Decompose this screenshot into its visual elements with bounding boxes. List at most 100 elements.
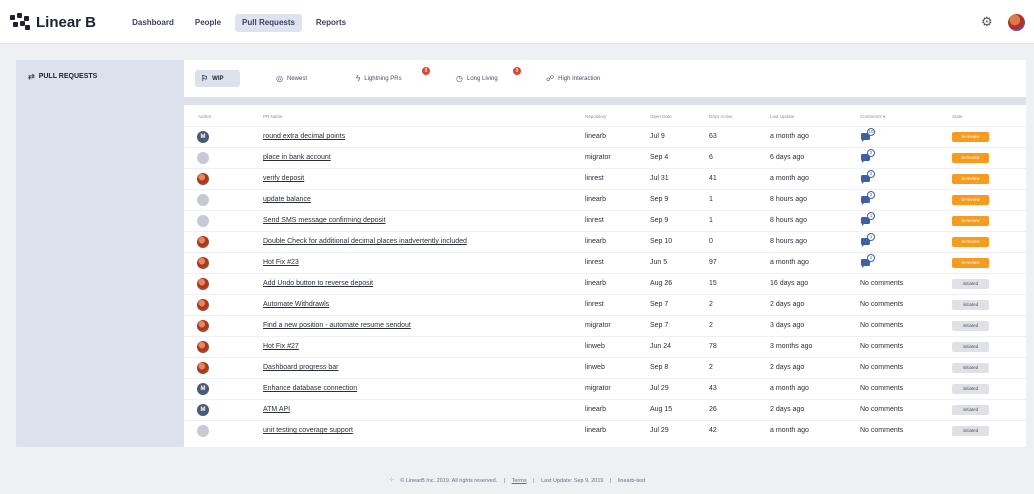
table-row[interactable]: update balance linearb Sep 9 1 8 hours ago 2… bbox=[184, 189, 1026, 210]
pr-name-link[interactable]: ATM API bbox=[263, 400, 290, 420]
table-row[interactable]: place in bank account migrator Sep 4 6 6 day… bbox=[184, 147, 1026, 168]
author-avatar[interactable]: M bbox=[197, 131, 209, 143]
open-date: Aug 15 bbox=[650, 406, 673, 413]
table-row[interactable]: M Enhance database connection migrator Jul … bbox=[184, 378, 1026, 399]
tab-lightning-prs[interactable]: ϟ Lightning PRs bbox=[350, 70, 408, 87]
table-row[interactable]: Mround extra decimal points linearb Jul 9 6… bbox=[184, 126, 1026, 147]
pr-name-link[interactable]: unit testing coverage support bbox=[263, 421, 353, 441]
author-avatar[interactable] bbox=[197, 257, 209, 269]
days-active: 2 bbox=[709, 322, 713, 329]
table-row[interactable]: Add Undo button to reverse deposit linear… bbox=[184, 273, 1026, 294]
nav-reports[interactable]: Reports bbox=[310, 14, 352, 32]
col-open-date: Open Date bbox=[650, 114, 672, 119]
table-row[interactable]: M ATM API linearb Aug 15 26 2 days ago No comm… bbox=[184, 399, 1026, 420]
comments-indicator[interactable]: 10 bbox=[861, 127, 875, 142]
terms-link[interactable]: Terms bbox=[512, 478, 527, 484]
last-update: a month ago bbox=[770, 175, 809, 182]
author-avatar[interactable] bbox=[197, 236, 209, 248]
comment-count: 2 bbox=[867, 149, 875, 157]
author-avatar[interactable] bbox=[197, 362, 209, 374]
col-pr-name: PR Name bbox=[263, 114, 283, 119]
user-avatar[interactable] bbox=[1008, 14, 1025, 31]
footer-copyright: © LinearB Inc. 2019. All rights reserved… bbox=[400, 478, 498, 484]
comments-none: No comments bbox=[860, 427, 904, 434]
footer-org: linearb-test bbox=[617, 478, 646, 484]
repository: linrest bbox=[585, 259, 604, 266]
table-row[interactable]: Double Check for additional decimal plac… bbox=[184, 231, 1026, 252]
pr-name-link[interactable]: Dashboard progress bar bbox=[263, 358, 339, 378]
author-avatar[interactable] bbox=[197, 278, 209, 290]
nav-dashboard[interactable]: Dashboard bbox=[127, 14, 179, 32]
col-comments[interactable]: Comments ▾ bbox=[860, 114, 885, 120]
linearb-logo-icon bbox=[10, 13, 30, 31]
pr-name-link[interactable]: Enhance database connection bbox=[263, 379, 357, 399]
days-active: 78 bbox=[709, 343, 717, 350]
flag-icon: ⚐ bbox=[201, 74, 209, 83]
tab-long-living[interactable]: ◷ Long Living bbox=[450, 70, 504, 87]
tab-newest[interactable]: ◎ Newest bbox=[270, 70, 313, 87]
last-update: 3 months ago bbox=[770, 343, 813, 350]
repository: linearb bbox=[585, 196, 607, 203]
pr-name-link[interactable]: Add Undo button to reverse deposit bbox=[263, 274, 373, 294]
nav-people[interactable]: People bbox=[190, 14, 226, 32]
col-repository: Repository bbox=[585, 114, 607, 119]
pull-request-icon: ⇄ bbox=[28, 72, 35, 81]
pr-name-link[interactable]: update balance bbox=[263, 190, 311, 210]
comments-indicator[interactable]: 1 bbox=[861, 232, 875, 247]
author-avatar[interactable] bbox=[197, 341, 209, 353]
author-avatar[interactable] bbox=[197, 152, 209, 164]
comments-indicator[interactable]: 2 bbox=[861, 190, 875, 205]
comments-indicator[interactable]: 2 bbox=[861, 148, 875, 163]
table-row[interactable]: Dashboard progress bar linweb Sep 8 2 2 days… bbox=[184, 357, 1026, 378]
pr-name-link[interactable]: Double Check for additional decimal plac… bbox=[263, 232, 467, 252]
author-avatar[interactable] bbox=[197, 215, 209, 227]
author-avatar[interactable] bbox=[197, 194, 209, 206]
comments-indicator[interactable]: 1 bbox=[861, 253, 875, 268]
nav-pull-requests[interactable]: Pull Requests bbox=[235, 14, 302, 32]
comments-none: No comments bbox=[860, 406, 904, 413]
author-avatar[interactable] bbox=[197, 173, 209, 185]
repository: linearb bbox=[585, 406, 607, 413]
pr-name-link[interactable]: place in bank account bbox=[263, 148, 331, 168]
open-date: Jul 31 bbox=[650, 175, 669, 182]
table-row[interactable]: Hot Fix #27 linweb Jun 24 78 3 months ago No … bbox=[184, 336, 1026, 357]
state-badge: in-review bbox=[952, 237, 989, 247]
table-row[interactable]: Find a new position - automate resume se… bbox=[184, 315, 1026, 336]
last-update: 8 hours ago bbox=[770, 217, 807, 224]
author-avatar[interactable] bbox=[197, 320, 209, 332]
logo[interactable]: Linear B bbox=[10, 13, 96, 31]
comments-indicator[interactable]: 1 bbox=[861, 211, 875, 226]
pr-name-link[interactable]: Hot Fix #27 bbox=[263, 337, 299, 357]
table-row[interactable]: Send SMS message confirming deposit linre… bbox=[184, 210, 1026, 231]
state-badge: initiated bbox=[952, 300, 989, 310]
table-row[interactable]: unit testing coverage support linearb Jul … bbox=[184, 420, 1026, 441]
table-row[interactable]: Automate Withdrawls linrest Sep 7 2 2 days a… bbox=[184, 294, 1026, 315]
pr-name-link[interactable]: Find a new position - automate resume se… bbox=[263, 316, 411, 336]
days-active: 41 bbox=[709, 175, 717, 182]
pr-name-link[interactable]: verify deposit bbox=[263, 169, 304, 189]
pr-name-link[interactable]: Automate Withdrawls bbox=[263, 295, 329, 315]
tab-high-interaction[interactable]: ☍ High Interaction bbox=[540, 70, 606, 87]
pr-name-link[interactable]: Hot Fix #23 bbox=[263, 253, 299, 273]
days-active: 63 bbox=[709, 133, 717, 140]
days-active: 2 bbox=[709, 364, 713, 371]
repository: linearb bbox=[585, 427, 607, 434]
author-avatar[interactable]: M bbox=[197, 404, 209, 416]
last-update: 2 days ago bbox=[770, 301, 805, 308]
author-avatar[interactable] bbox=[197, 425, 209, 437]
pr-name-link[interactable]: Send SMS message confirming deposit bbox=[263, 211, 386, 231]
comments-indicator[interactable]: 2 bbox=[861, 169, 875, 184]
author-avatar[interactable] bbox=[197, 299, 209, 311]
table-row[interactable]: verify deposit linrest Jul 31 41 a month ago… bbox=[184, 168, 1026, 189]
state-badge: in-review bbox=[952, 132, 989, 142]
author-avatar[interactable]: M bbox=[197, 383, 209, 395]
gear-icon[interactable]: ⚙ bbox=[981, 15, 993, 29]
table-header: Author PR Name Repository Open Date Days… bbox=[184, 114, 1026, 124]
repository: migrator bbox=[585, 154, 611, 161]
pr-name-link[interactable]: round extra decimal points bbox=[263, 127, 345, 147]
table-row[interactable]: Hot Fix #23 linrest Jun 5 97 a month ago 1 in… bbox=[184, 252, 1026, 273]
tab-wip[interactable]: ⚐ WIP bbox=[195, 70, 240, 87]
state-badge: initiated bbox=[952, 405, 989, 415]
repository: linweb bbox=[585, 364, 605, 371]
sidebar-title[interactable]: ⇄ PULL REQUESTS bbox=[28, 72, 97, 81]
